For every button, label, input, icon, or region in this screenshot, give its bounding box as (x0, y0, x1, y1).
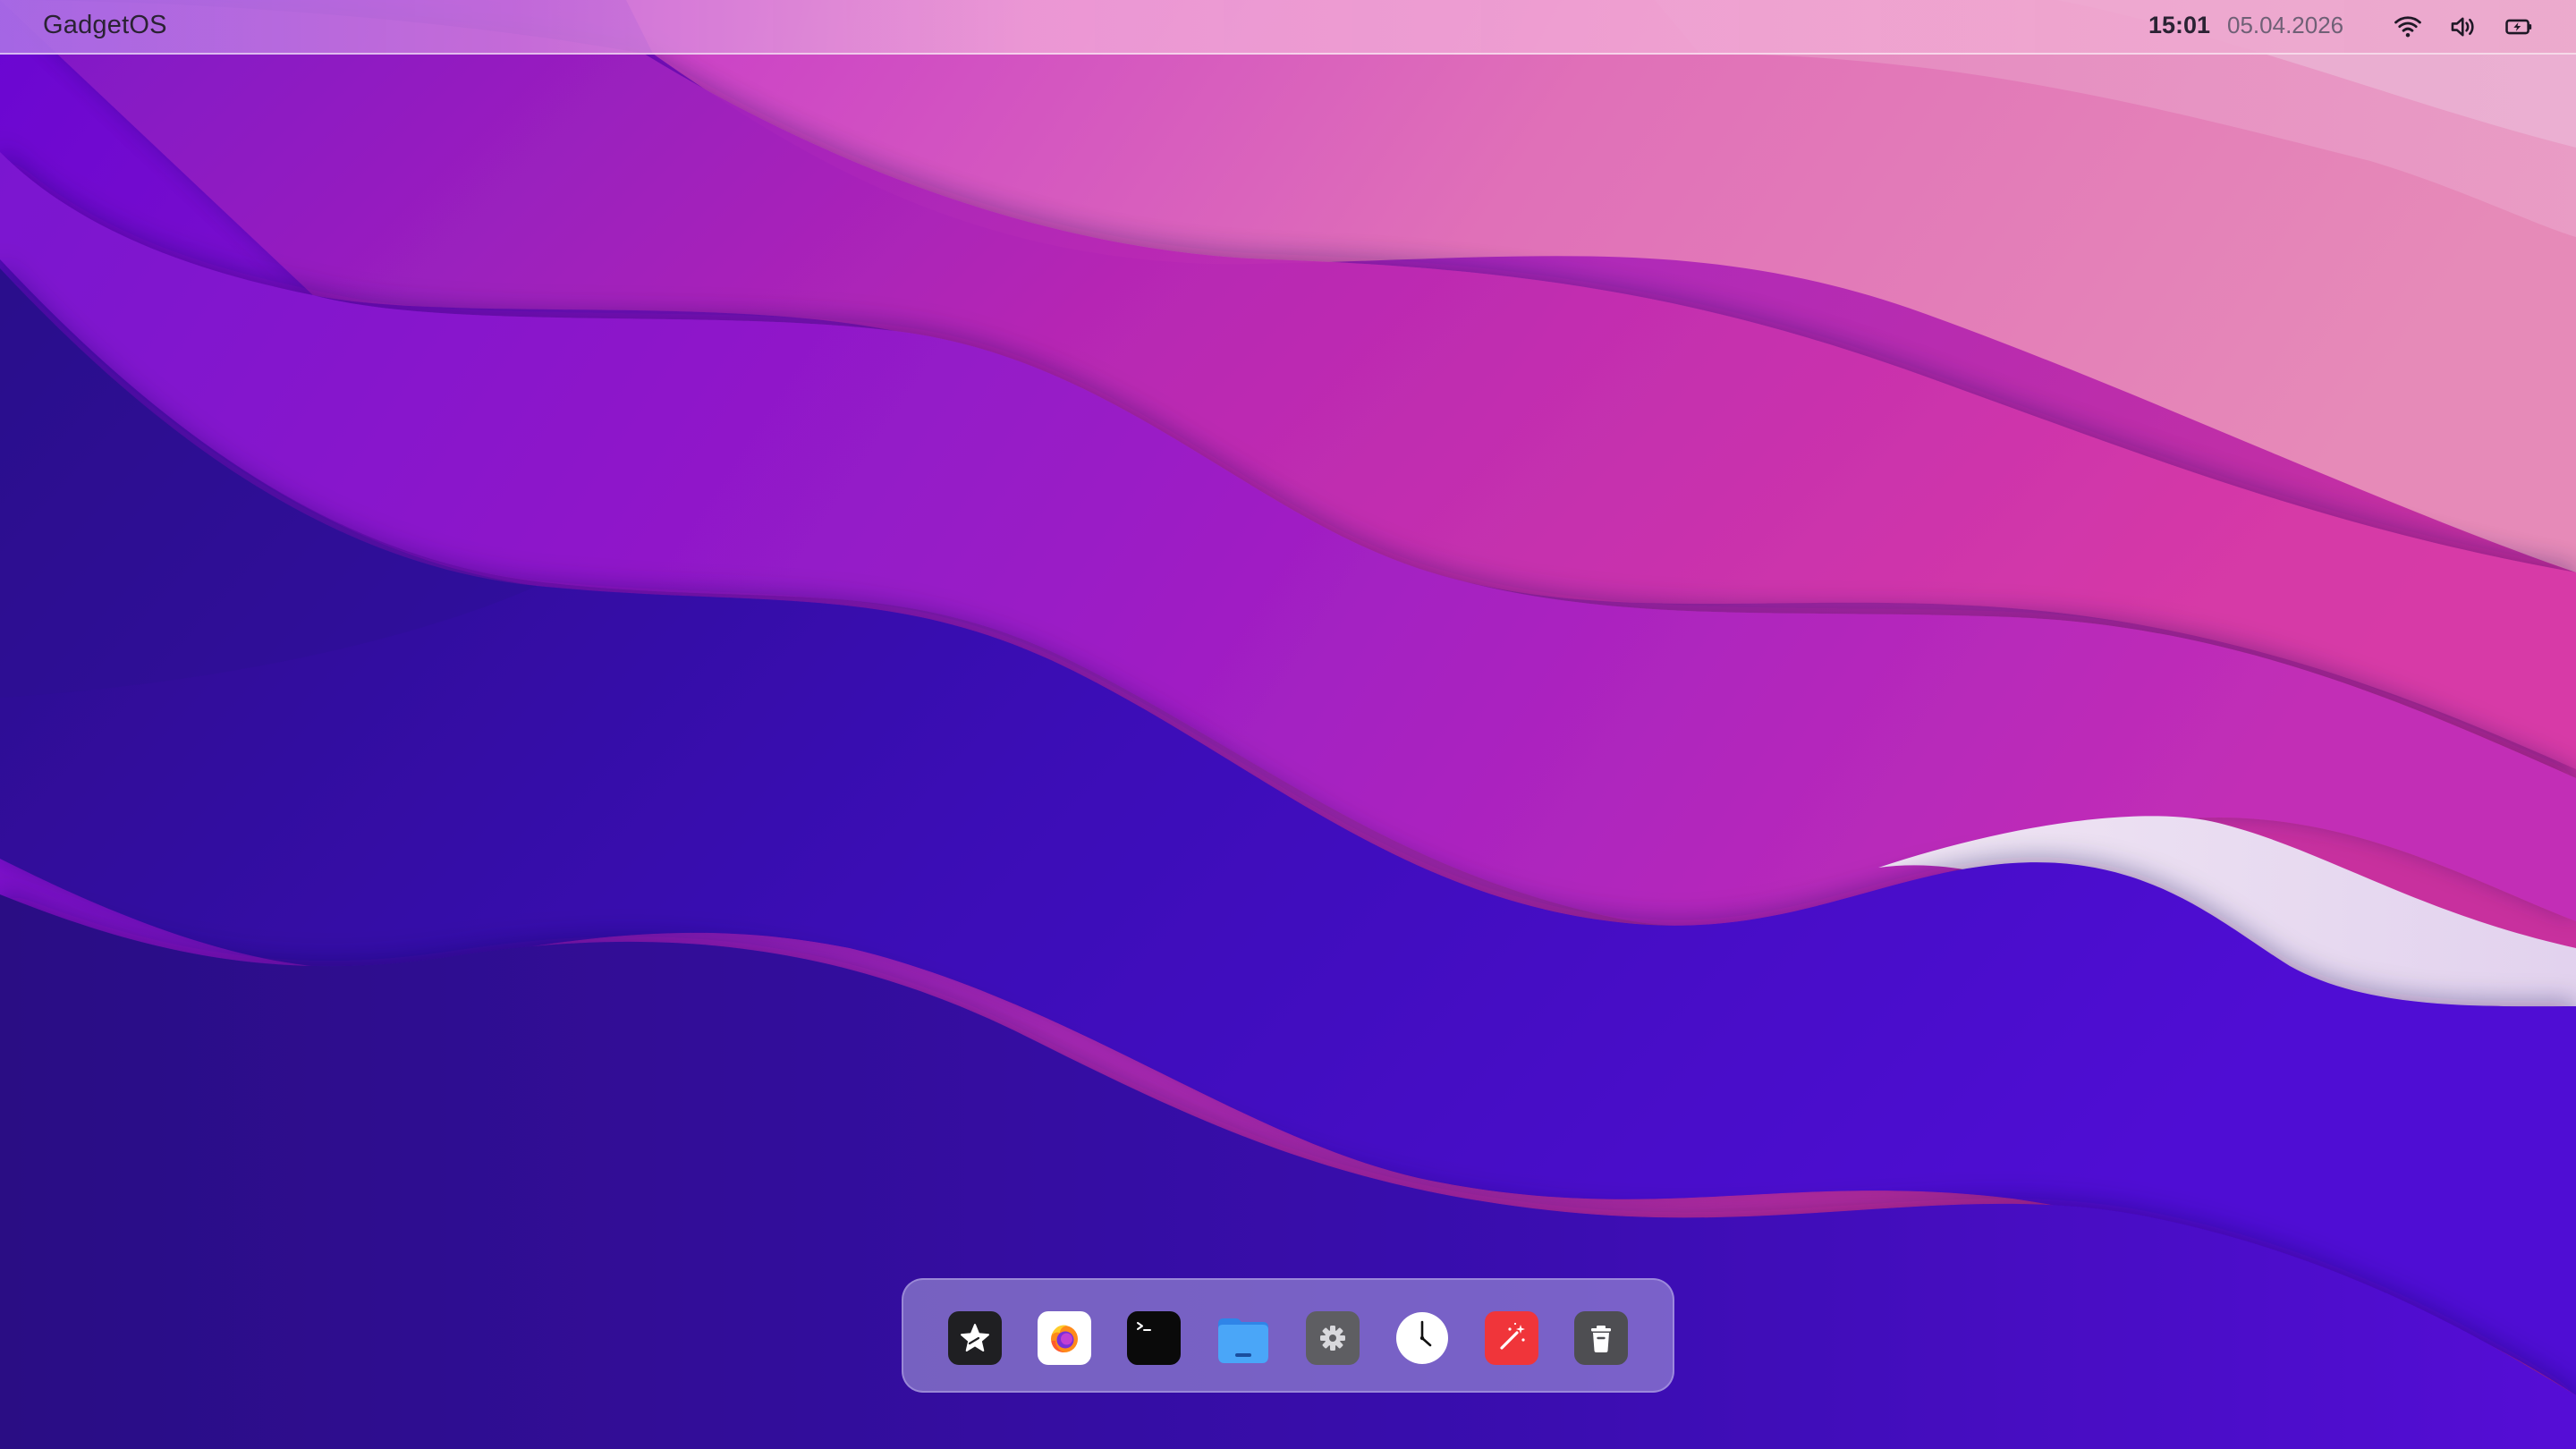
clock-time[interactable]: 15:01 (2148, 12, 2210, 39)
folder-icon (1218, 1318, 1268, 1363)
clock-icon (1396, 1312, 1448, 1364)
wifi-icon[interactable] (2393, 12, 2423, 42)
terminal-icon (1137, 1322, 1151, 1331)
dock-terminal[interactable] (1127, 1311, 1181, 1365)
star-icon (961, 1324, 989, 1352)
dock-trash[interactable] (1574, 1311, 1628, 1365)
dock-browser[interactable] (1038, 1311, 1091, 1365)
dock-settings[interactable] (1306, 1311, 1360, 1365)
dock-files[interactable] (1216, 1311, 1270, 1365)
desktop[interactable]: GadgetOS 15:01 05.04.2026 (0, 0, 2576, 1449)
menu-bar: GadgetOS 15:01 05.04.2026 (0, 0, 2576, 55)
firefox-icon (1051, 1325, 1078, 1352)
dock-app-store[interactable] (948, 1311, 1002, 1365)
dock-photo-editor[interactable] (1485, 1311, 1538, 1365)
gear-icon (1320, 1326, 1345, 1351)
volume-icon[interactable] (2448, 12, 2479, 42)
magic-wand-icon (1500, 1322, 1525, 1350)
dock (902, 1278, 1674, 1393)
dock-clock[interactable] (1395, 1311, 1449, 1365)
wallpaper (0, 0, 2576, 1449)
clock-date[interactable]: 05.04.2026 (2227, 12, 2343, 39)
trash-icon (1591, 1326, 1611, 1352)
app-title[interactable]: GadgetOS (43, 11, 167, 40)
battery-icon[interactable] (2504, 12, 2534, 42)
